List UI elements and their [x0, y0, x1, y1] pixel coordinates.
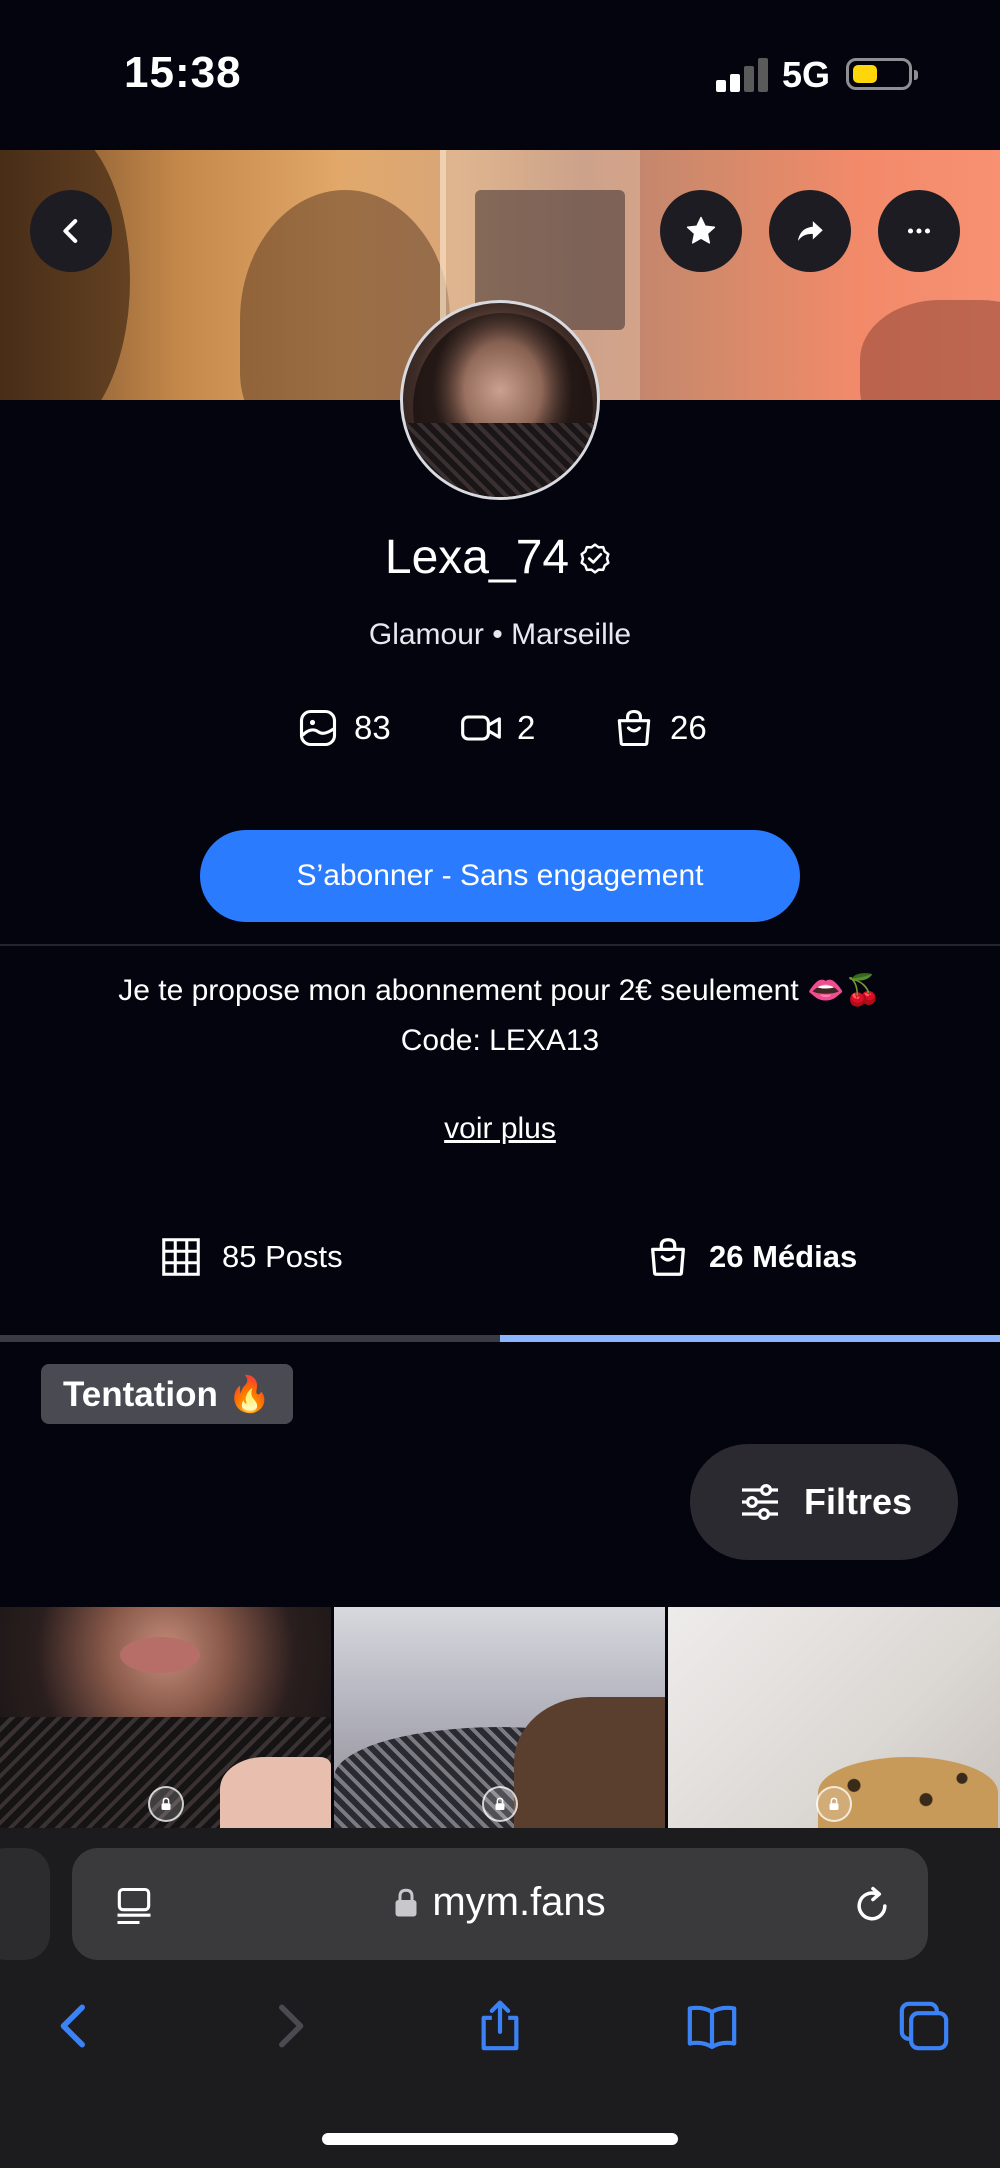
share-icon[interactable]: [472, 1998, 528, 2054]
tabs-icon[interactable]: [896, 1998, 952, 2054]
shopping-bag-icon: [617, 709, 651, 747]
profile-stats: 83 2 26: [0, 706, 1000, 756]
stat-videos-count: 2: [517, 709, 536, 746]
stat-videos: 2: [459, 706, 535, 750]
back-button[interactable]: [30, 190, 112, 272]
status-bar: 15:38 5G: [0, 0, 1000, 150]
lock-icon: [395, 1888, 417, 1916]
url-text: mym.fans: [432, 1880, 606, 1924]
star-icon: [686, 216, 716, 244]
tab-medias-label: 26 Médias: [709, 1239, 858, 1274]
battery-level: [853, 65, 877, 83]
tab-medias[interactable]: 26 Médias: [645, 1232, 857, 1282]
stat-photos-count: 83: [354, 709, 391, 746]
shopping-bag-icon: [651, 1238, 685, 1276]
media-item[interactable]: [334, 1607, 665, 1828]
tab-posts[interactable]: 85 Posts: [158, 1232, 343, 1282]
home-indicator[interactable]: [322, 2133, 678, 2145]
grid-icon: [162, 1238, 200, 1276]
collection-tag[interactable]: Tentation 🔥: [41, 1364, 294, 1424]
see-more-link[interactable]: voir plus: [0, 1112, 1000, 1146]
reload-icon[interactable]: [850, 1884, 894, 1928]
profile-name-row: Lexa_74: [0, 530, 1000, 585]
share-arrow-icon: [797, 221, 823, 241]
avatar[interactable]: [400, 300, 600, 500]
bio-promo-code: Code: LEXA13: [400, 1024, 600, 1057]
photo-icon: [299, 709, 337, 747]
forward-icon[interactable]: [262, 1998, 318, 2054]
share-button[interactable]: [769, 190, 851, 272]
network-type: 5G: [782, 54, 831, 95]
stat-photos: 83: [296, 706, 391, 750]
favorite-button[interactable]: [660, 190, 742, 272]
filter-button[interactable]: Filtres: [690, 1444, 958, 1560]
video-icon: [461, 715, 501, 741]
subscribe-button[interactable]: S’abonner - Sans engagement: [200, 830, 800, 922]
profile-name: Lexa_74: [384, 531, 570, 584]
lock-shield-icon: [816, 1786, 852, 1822]
sliders-icon: [741, 1483, 778, 1521]
back-icon[interactable]: [46, 1998, 102, 2054]
verified-check-icon: [580, 542, 610, 574]
filter-label: Filtres: [803, 1481, 913, 1522]
profile-subtitle: Glamour • Marseille: [368, 618, 632, 651]
tab-active-indicator: [500, 1335, 1000, 1342]
cellular-signal-icon: [716, 58, 768, 92]
divider: [0, 944, 1000, 946]
battery-icon: [846, 58, 918, 90]
stat-media: 26: [612, 706, 707, 750]
ellipsis-icon: [907, 228, 931, 234]
bookmarks-icon[interactable]: [684, 1998, 740, 2054]
media-grid: [0, 1607, 1000, 1828]
stat-media-count: 26: [670, 709, 707, 746]
tab-posts-label: 85 Posts: [222, 1239, 343, 1274]
more-options-button[interactable]: [878, 190, 960, 272]
media-item[interactable]: [668, 1607, 1000, 1828]
media-item[interactable]: [0, 1607, 331, 1828]
chevron-left-icon: [63, 219, 78, 243]
bio-text: Je te propose mon abonnement pour 2€ seu…: [118, 974, 882, 1007]
lock-shield-icon: [481, 1786, 518, 1822]
status-time: 15:38: [124, 48, 242, 97]
lock-shield-icon: [147, 1786, 184, 1822]
